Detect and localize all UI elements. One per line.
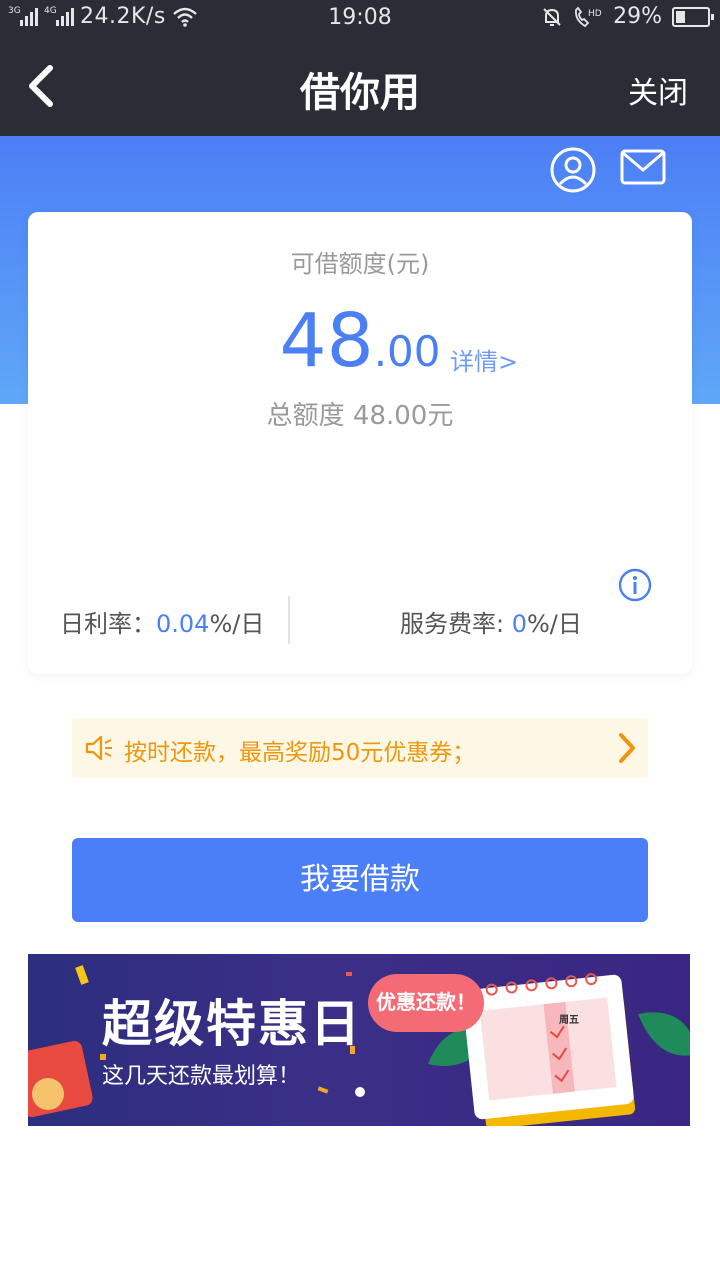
page-title: 借你用 (300, 70, 420, 116)
speaker-icon (85, 735, 112, 761)
notice-text: 按时还款，最高奖励50元优惠券； (124, 740, 476, 766)
calendar-day-label: 周五 (559, 1015, 579, 1026)
banner-title: 超级特惠日 (102, 995, 362, 1053)
available-credit-label: 可借额度(元) (290, 250, 430, 278)
hd-call-icon: HD (575, 6, 602, 27)
service-rate-value: 0 (511, 610, 527, 638)
credit-card: 可借额度(元) 48.00 详情> 总额度 48.00元 日利率：0.04%/日… (28, 212, 692, 674)
total-credit: 总额度 48.00元 (266, 401, 454, 431)
svg-text:HD: HD (588, 9, 602, 19)
battery-percent: 29% (613, 4, 662, 29)
rates-row: 日利率：0.04%/日 服务费率: 0%/日 (28, 596, 692, 646)
promo-banner[interactable]: 超级特惠日 这几天还款最划算！ 优惠还款！ 周五 (28, 954, 690, 1126)
mail-icon (620, 149, 666, 185)
nav-bar: 借你用 关闭 (0, 36, 720, 136)
status-right: HD 29% (541, 4, 714, 29)
rates-divider (288, 596, 290, 644)
chevron-left-icon (29, 65, 53, 107)
daily-rate-unit: %/日 (209, 610, 265, 638)
close-button[interactable]: 关闭 (628, 68, 688, 112)
available-amount: 48.00 (28, 298, 692, 384)
daily-rate-value: 0.04 (156, 610, 210, 638)
user-button[interactable] (549, 146, 597, 194)
app-screen: 3G 4G 24.2K/s 19:08 HD 29% 借你用 关闭 可借额度(元… (0, 0, 720, 1280)
borrow-button[interactable]: 我要借款 (72, 838, 648, 922)
daily-rate-label: 日利率： (60, 610, 156, 638)
amount-decimal: .00 (373, 327, 441, 376)
status-bar: 3G 4G 24.2K/s 19:08 HD 29% (0, 0, 720, 36)
banner-tag: 优惠还款！ (368, 974, 484, 1032)
battery-fill (676, 10, 685, 23)
service-rate: 服务费率: 0%/日 (400, 604, 582, 639)
chevron-right-icon (619, 733, 635, 763)
carousel-indicator[interactable] (355, 1087, 365, 1097)
daily-rate: 日利率：0.04%/日 (60, 604, 264, 639)
service-rate-label: 服务费率: (400, 610, 512, 638)
message-button[interactable] (619, 148, 667, 188)
service-rate-unit: %/日 (527, 610, 582, 638)
amount-integer: 48 (279, 298, 374, 384)
user-icon (550, 147, 596, 193)
banner-subtitle: 这几天还款最划算！ (102, 1064, 301, 1089)
battery-icon (672, 6, 714, 27)
back-button[interactable] (24, 64, 64, 108)
promo-notice[interactable]: 按时还款，最高奖励50元优惠券； (72, 718, 648, 778)
detail-link[interactable]: 详情> (450, 342, 518, 377)
mute-bell-icon (543, 7, 561, 26)
